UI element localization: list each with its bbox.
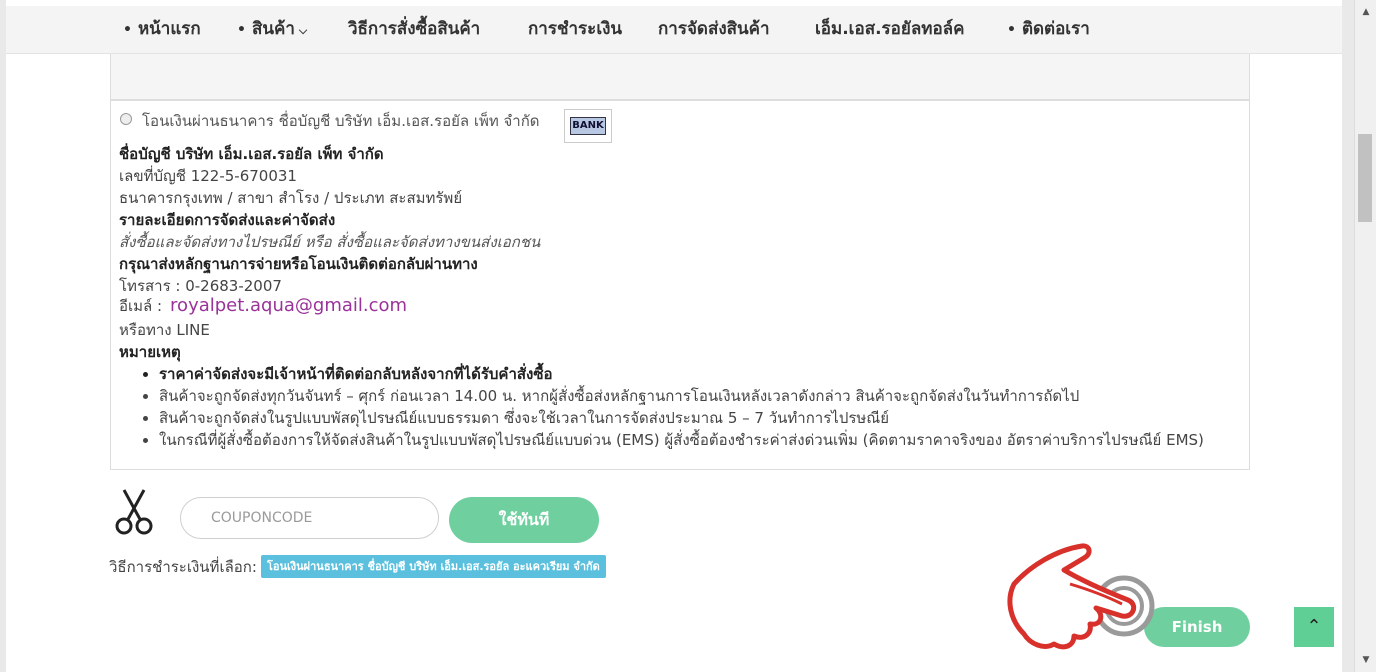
fax-number: โทรสาร : 0-2683-2007 [119,277,282,295]
main-navbar: • หน้าแรก • สินค้า ⌵ วิธีการสั่งซื้อสินค้า … [6,6,1342,54]
nav-item-label: การชำระเงิน [528,19,623,39]
nav-item-how-to-order[interactable]: วิธีการสั่งซื้อสินค้า [348,18,480,40]
list-item: ในกรณีที่ผู้สั่งซื้อต้องการให้จัดส่งสินค… [159,429,1204,451]
previous-payment-option-panel [110,54,1250,100]
selected-payment-label: วิธีการชำระเงินที่เลือก: [109,558,257,576]
account-name: ชื่อบัญชี บริษัท เอ็ม.เอส.รอยัล เพ็ท จำก… [119,145,384,163]
shipping-heading: รายละเอียดการจัดส่งและค่าจัดส่ง [119,211,336,229]
bullet-icon: • [1007,22,1016,38]
nav-item-contact[interactable]: • ติดต่อเรา [1007,18,1090,41]
nav-item-royaltalk[interactable]: เอ็ม.เอส.รอยัลทอล์ค [815,18,964,40]
scrollbar-thumb[interactable] [1358,134,1372,222]
notes-heading: หมายเหตุ [119,343,181,361]
bank-logo-text: BANK [570,117,606,135]
nav-item-label: วิธีการสั่งซื้อสินค้า [348,19,481,39]
nav-item-shipping[interactable]: การจัดส่งสินค้า [658,18,770,40]
bank-info: ธนาคารกรุงเทพ / สาขา สำโรง / ประเภท สะสม… [119,189,463,207]
email-label: อีเมล์ : [119,297,163,315]
payment-option-radio[interactable] [120,113,132,125]
pointing-hand-icon [1007,543,1155,650]
vertical-scrollbar[interactable]: ▲ ▼ [1354,0,1376,672]
nav-item-label: หน้าแรก [137,19,201,39]
window-frame-right [1342,0,1354,672]
nav-item-label: เอ็ม.เอส.รอยัลทอล์ค [815,19,965,39]
scroll-down-arrow-icon[interactable]: ▼ [1355,650,1376,670]
shipping-text: สั่งซื้อและจัดส่งทางไปรษณีย์ หรือ สั่งซื… [119,233,541,251]
chevron-down-icon: ⌵ [298,24,308,37]
list-item: สินค้าจะถูกจัดส่งทุกวันจันทร์ – ศุกร์ ก่… [159,385,1204,407]
nav-item-label: ติดต่อเรา [1021,19,1090,39]
email-row: อีเมล์ : royalpet.aqua@gmail.com [119,295,407,317]
proof-heading: กรุณาส่งหลักฐานการจ่ายหรือโอนเงินติดต่อก… [119,255,478,273]
scroll-up-arrow-icon[interactable]: ▲ [1355,2,1376,22]
line-contact: หรือทาง LINE [119,321,210,339]
account-number: เลขที่บัญชี 122-5-670031 [119,167,297,185]
bullet-icon: • [123,22,132,38]
chevron-up-icon: ⌃ [1306,616,1322,637]
window-frame-left [0,0,6,672]
bullet-icon: • [237,22,246,38]
list-item: ราคาค่าจัดส่งจะมีเจ้าหน้าที่ติดต่อกลับหล… [159,363,1204,385]
nav-item-products[interactable]: • สินค้า ⌵ [237,18,307,42]
nav-item-label: สินค้า [251,19,295,39]
payment-option-label[interactable]: โอนเงินผ่านธนาคาร ชื่อบัญชี บริษัท เอ็ม.… [142,109,540,133]
nav-item-label: การจัดส่งสินค้า [658,19,770,39]
notes-list: ราคาค่าจัดส่งจะมีเจ้าหน้าที่ติดต่อกลับหล… [159,363,1204,451]
bank-transfer-panel: โอนเงินผ่านธนาคาร ชื่อบัญชี บริษัท เอ็ม.… [110,100,1250,470]
nav-item-home[interactable]: • หน้าแรก [123,18,201,41]
email-link[interactable]: royalpet.aqua@gmail.com [170,295,407,316]
back-to-top-button[interactable]: ⌃ [1294,607,1334,647]
selected-payment-badge: โอนเงินผ่านธนาคาร ชื่อบัญชี บริษัท เอ็ม.… [261,555,606,578]
scissors-icon [115,489,153,535]
apply-coupon-button[interactable]: ใช้ทันที [449,497,599,543]
list-item: สินค้าจะถูกจัดส่งในรูปแบบพัสดุไปรษณีย์แบ… [159,407,1204,429]
bank-logo: BANK [564,109,612,143]
coupon-code-input[interactable] [180,497,439,539]
nav-item-payment[interactable]: การชำระเงิน [528,18,622,40]
